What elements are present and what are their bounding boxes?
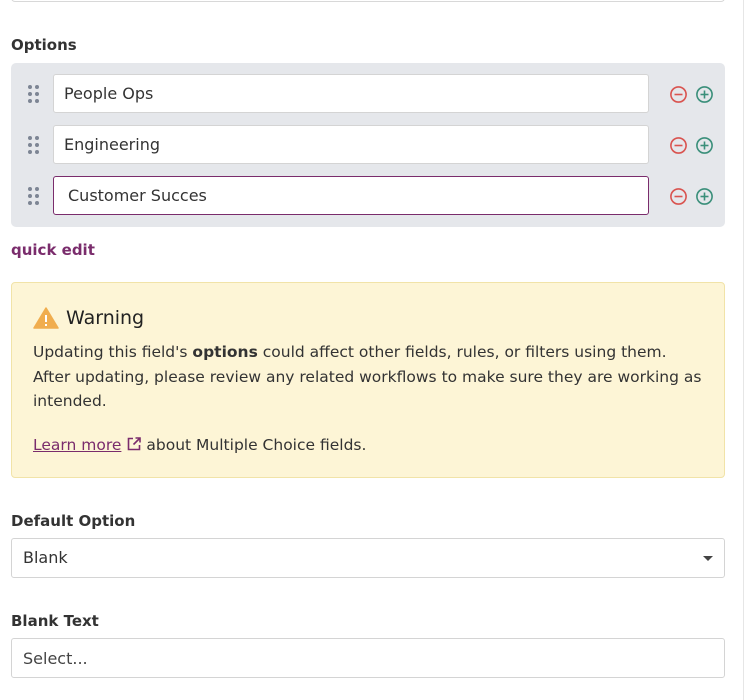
drag-handle-icon[interactable] — [28, 85, 40, 103]
learn-more-link[interactable]: Learn more — [33, 436, 121, 454]
options-list — [11, 63, 725, 227]
option-input[interactable] — [53, 125, 649, 164]
drag-handle-icon[interactable] — [28, 187, 40, 205]
option-row — [11, 125, 725, 165]
option-row — [11, 74, 725, 114]
option-row — [11, 176, 725, 216]
external-link-icon[interactable] — [126, 435, 142, 451]
plus-circle-icon[interactable] — [696, 86, 713, 103]
warning-callout: Warning Updating this field's options co… — [11, 282, 725, 478]
learn-more-suffix: about Multiple Choice fields. — [146, 436, 367, 454]
minus-circle-icon[interactable] — [670, 137, 687, 154]
option-input[interactable] — [53, 74, 649, 113]
caret-down-icon — [703, 556, 713, 561]
previous-field-input[interactable] — [11, 0, 725, 2]
warning-title: Warning — [66, 307, 145, 329]
drag-handle-icon[interactable] — [28, 136, 40, 154]
option-input-focused[interactable] — [53, 176, 649, 215]
warning-triangle-icon — [33, 307, 59, 329]
default-option-label: Default Option — [11, 512, 136, 530]
plus-circle-icon[interactable] — [696, 188, 713, 205]
quick-edit-link[interactable]: quick edit — [11, 241, 95, 259]
plus-circle-icon[interactable] — [696, 137, 713, 154]
default-option-value: Blank — [23, 548, 68, 567]
blank-text-input[interactable] — [11, 638, 725, 678]
options-label: Options — [11, 36, 77, 54]
minus-circle-icon[interactable] — [670, 86, 687, 103]
minus-circle-icon[interactable] — [670, 188, 687, 205]
learn-more-line: Learn more about Multiple Choice fields. — [33, 433, 366, 457]
blank-text-label: Blank Text — [11, 612, 99, 630]
scroll-edge — [743, 0, 744, 700]
warning-text-part: Updating this field's — [33, 343, 193, 361]
warning-message: Updating this field's options could affe… — [33, 340, 705, 414]
warning-text-bold: options — [192, 343, 258, 361]
default-option-select[interactable]: Blank — [11, 538, 725, 578]
